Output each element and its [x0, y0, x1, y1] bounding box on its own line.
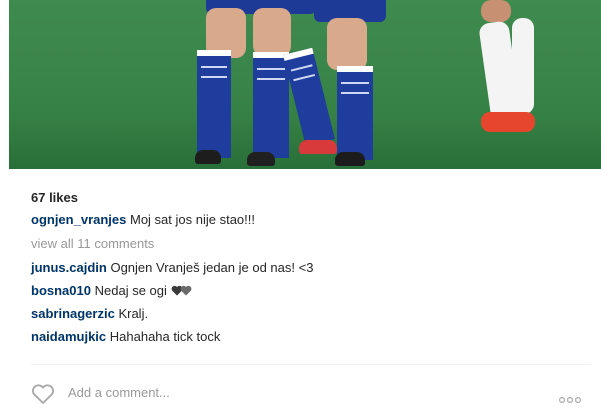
comment-username[interactable]: naidamujkic	[31, 329, 106, 344]
comment-username[interactable]: sabrinagerzic	[31, 306, 115, 321]
player-boot	[195, 150, 221, 164]
opponent-leg	[481, 0, 511, 22]
player-boot	[335, 152, 365, 166]
comment-item: sabrinagerzic Kralj.	[31, 306, 591, 321]
comment-text: Hahahaha tick tock	[109, 329, 221, 344]
post-photo	[9, 0, 601, 169]
player-sock	[197, 50, 231, 158]
add-comment-input[interactable]	[66, 384, 550, 401]
player-knee	[253, 8, 291, 56]
comment-username[interactable]: bosna010	[31, 283, 91, 298]
heart-outline-icon[interactable]	[31, 383, 55, 405]
comment-bar	[31, 380, 591, 404]
player-sock	[337, 66, 373, 160]
more-options-icon[interactable]	[558, 390, 582, 404]
view-all-comments-link[interactable]: view all 11 comments	[31, 236, 591, 251]
player-boot	[247, 152, 275, 166]
player-knee	[327, 18, 367, 70]
comments-divider	[31, 364, 591, 365]
post-caption: ognjen_vranjes Moj sat jos nije stao!!!	[31, 212, 591, 227]
comment-username[interactable]: junus.cajdin	[31, 260, 107, 275]
comment-item: junus.cajdin Ognjen Vranješ jedan je od …	[31, 260, 591, 275]
comment-text: Ognjen Vranješ jedan je od nas! <3	[110, 260, 314, 275]
likes-count[interactable]: 67 likes	[31, 190, 591, 205]
two-hearts-icon	[171, 283, 192, 298]
comment-item: naidamujkic Hahahaha tick tock	[31, 329, 591, 344]
comment-item: bosna010 Nedaj se ogi	[31, 283, 591, 298]
opponent-sock	[512, 18, 534, 114]
caption-text: Moj sat jos nije stao!!!	[130, 212, 255, 227]
comment-text: Nedaj se ogi	[94, 283, 167, 298]
player-sock	[253, 52, 289, 158]
opponent-boot	[481, 112, 535, 132]
caption-username[interactable]: ognjen_vranjes	[31, 212, 126, 227]
comment-text: Kralj.	[118, 306, 149, 321]
player-boot	[299, 140, 337, 154]
